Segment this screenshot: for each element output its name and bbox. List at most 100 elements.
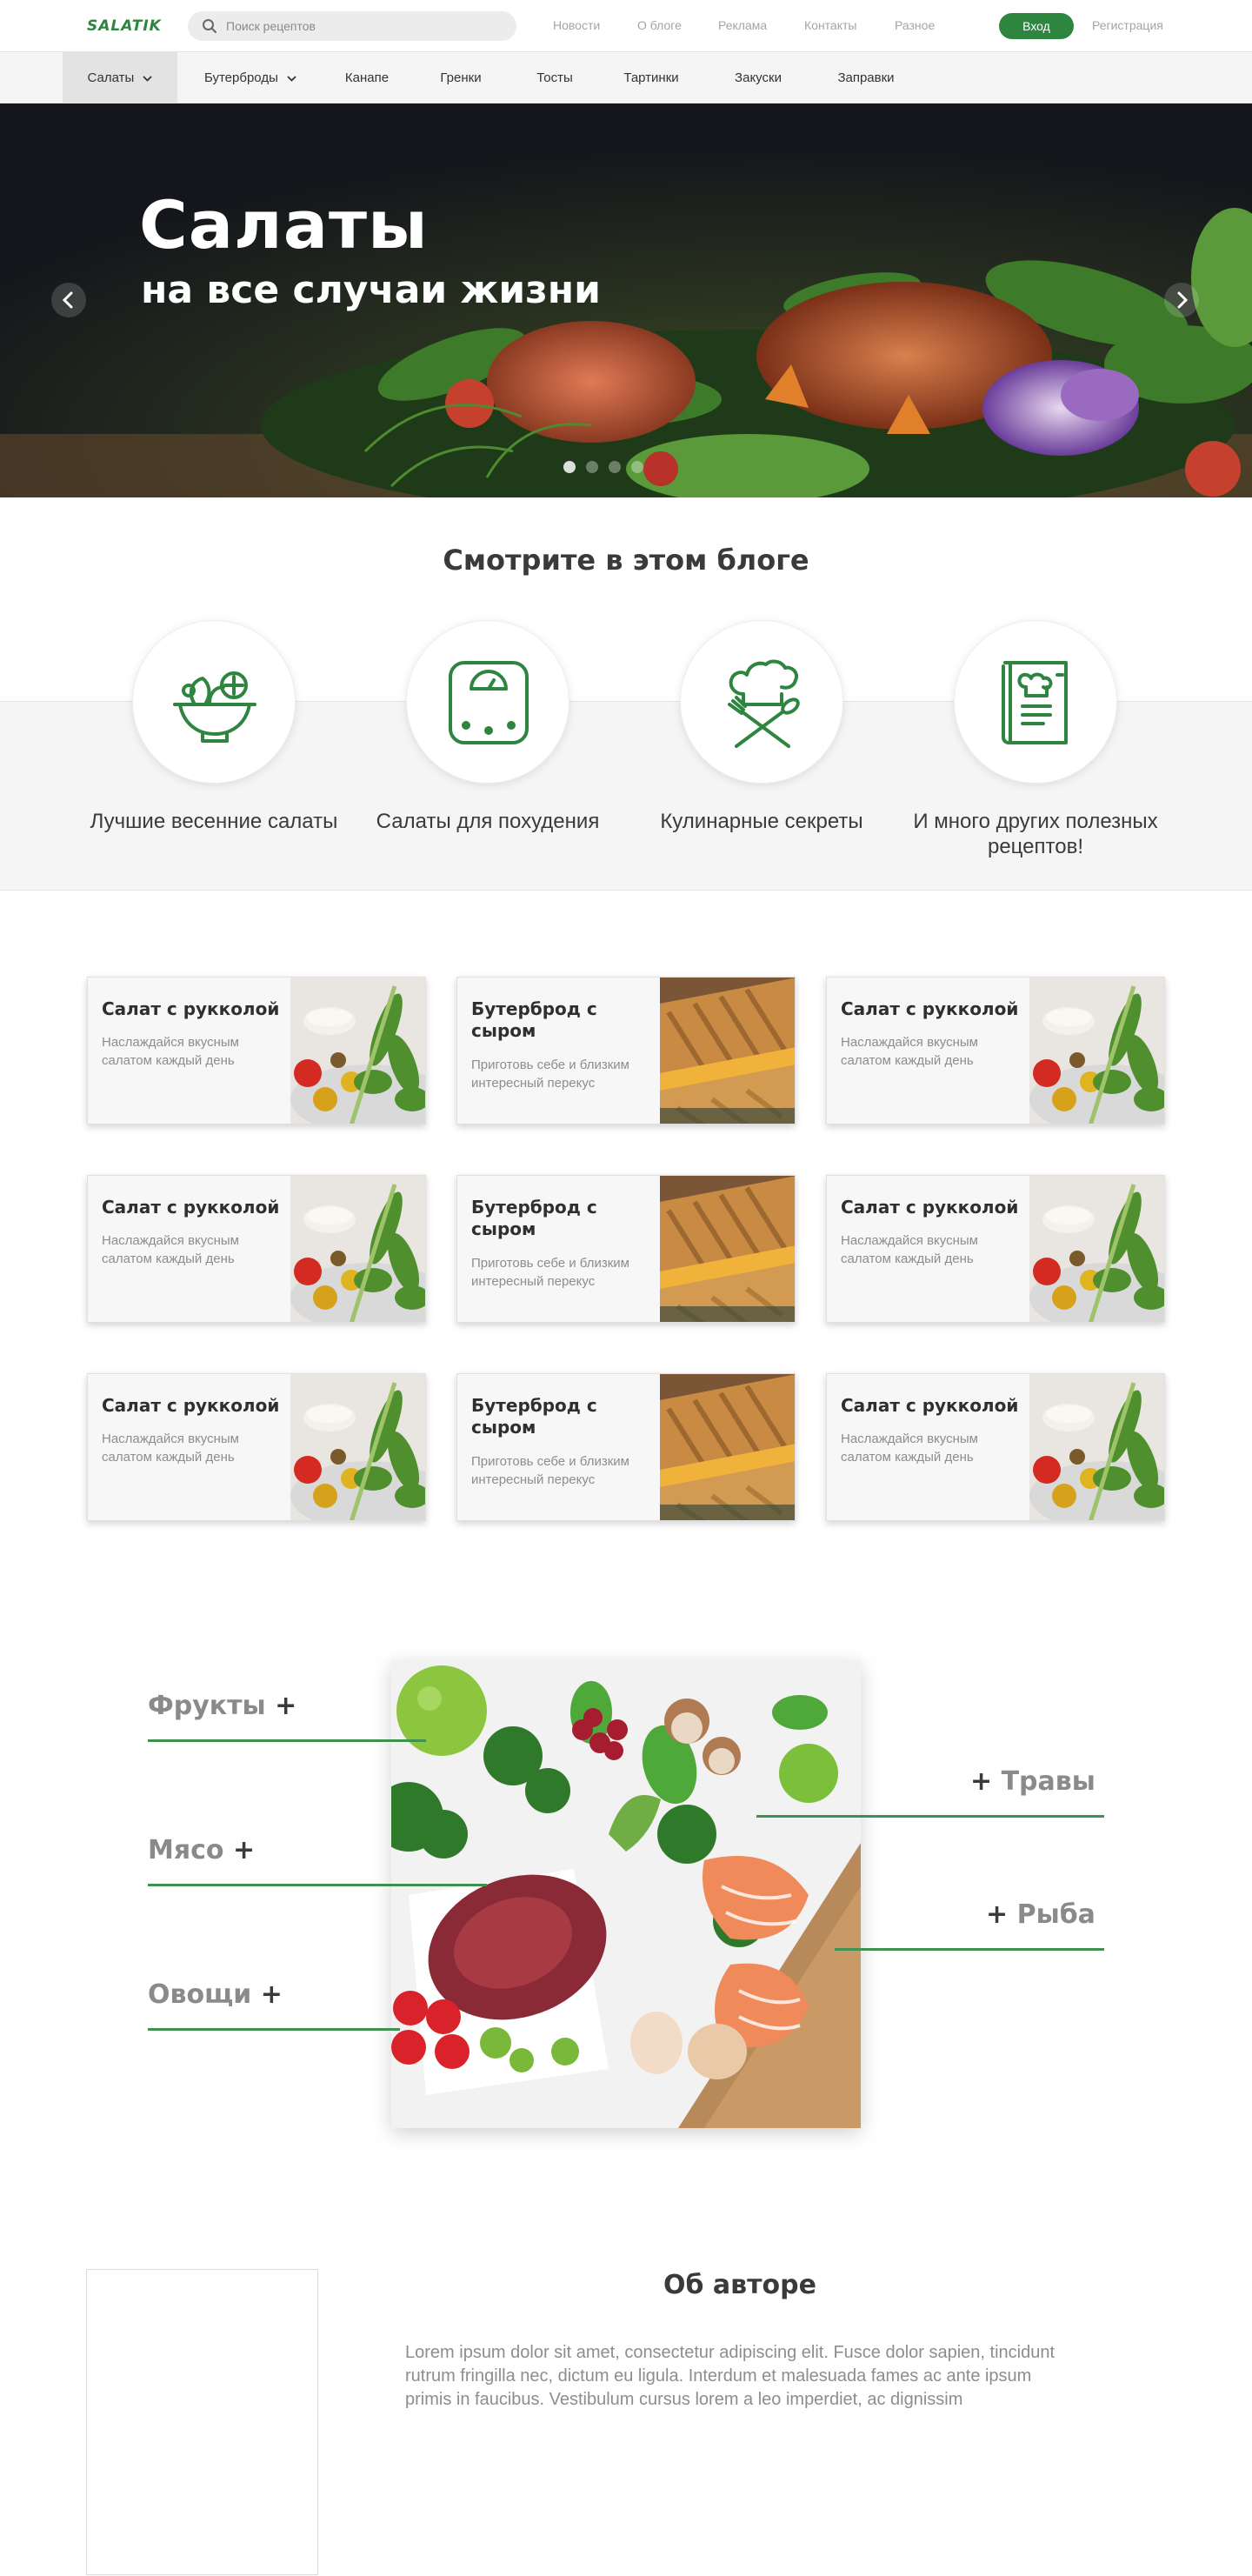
recipe-card[interactable]: Бутерброд с сыром Приготовь себе и близки… — [456, 1373, 796, 1521]
scale-icon — [449, 661, 529, 744]
features-title: Смотрите в этом блоге — [443, 544, 809, 577]
recipe-card-description: Приготовь себе и близким интересный пере… — [471, 1454, 629, 1487]
recipe-card-title: Салат с рукколой — [102, 998, 280, 1019]
feature-circle-secrets[interactable] — [680, 620, 843, 784]
hero-slider: Салаты на все случаи жизни — [0, 103, 1252, 497]
feature-label: Салаты для похудения — [376, 810, 600, 833]
feature-circle-diet[interactable] — [406, 620, 569, 784]
author-photo-placeholder — [86, 2269, 318, 2575]
search-icon — [203, 19, 216, 33]
recipe-card[interactable]: Салат с рукколой Наслаждайся вкусным сала… — [87, 977, 426, 1124]
recipe-card-title: Салат с рукколой — [841, 1395, 1019, 1416]
plus-icon: + — [986, 1899, 1009, 1930]
ingredients-image — [391, 1660, 861, 2128]
recipe-card[interactable]: Салат с рукколой Наслаждайся вкусным сала… — [87, 1175, 426, 1323]
plus-icon: + — [970, 1766, 993, 1797]
slider-dot[interactable] — [631, 461, 643, 473]
recipe-card-description: Наслаждайся вкусным салатом каждый день — [841, 1035, 978, 1068]
chevron-down-icon — [287, 75, 296, 82]
site-logo[interactable]: SALATIK — [87, 17, 162, 35]
slider-dot[interactable] — [563, 461, 576, 473]
category-dressings[interactable]: Заправки — [822, 52, 909, 103]
feature-label: Кулинарные секреты — [660, 810, 863, 833]
salad-photo — [1029, 978, 1164, 1124]
salad-photo — [290, 1176, 425, 1322]
recipe-card-title: Бутерброд с сыром — [471, 1395, 597, 1438]
category-tartines[interactable]: Тартинки — [609, 52, 694, 103]
recipe-card-description: Приготовь себе и близким интересный пере… — [471, 1256, 629, 1289]
ingredient-label: Мясо — [148, 1835, 224, 1865]
recipe-book-icon — [1002, 661, 1068, 744]
recipe-card-description: Приготовь себе и близким интересный пере… — [471, 1058, 629, 1091]
recipe-card-title: Салат с рукколой — [841, 998, 1019, 1019]
ingredient-pointer-line — [835, 1948, 1104, 1951]
salad-photo — [290, 978, 425, 1124]
ingredient-pointer-line — [148, 1884, 487, 1886]
recipe-card-title: Салат с рукколой — [102, 1395, 280, 1416]
search-box[interactable] — [188, 11, 516, 41]
recipe-card-description: Наслаждайся вкусным салатом каждый день — [102, 1233, 239, 1266]
ingredient-vegetables[interactable]: Овощи + — [148, 1979, 283, 2010]
salad-photo — [290, 1374, 425, 1520]
category-toasts[interactable]: Тосты — [518, 52, 591, 103]
ingredients-photo — [391, 1660, 861, 2128]
feature-label: И много других полезных рецептов! — [913, 810, 1158, 858]
plus-icon: + — [260, 1979, 283, 2010]
recipe-card-title: Бутерброд с сыром — [471, 1197, 597, 1239]
ingredient-herbs[interactable]: + Травы — [970, 1766, 1096, 1797]
hero-next-button[interactable] — [1164, 283, 1199, 317]
category-snacks[interactable]: Закуски — [718, 52, 798, 103]
ingredient-fruits[interactable]: Фрукты + — [148, 1691, 296, 1721]
recipe-card[interactable]: Бутерброд с сыром Приготовь себе и близки… — [456, 1175, 796, 1323]
chef-hat-icon — [728, 659, 800, 748]
ingredient-label: Фрукты — [148, 1691, 266, 1721]
ingredient-label: Рыба — [1016, 1899, 1096, 1930]
search-input[interactable] — [226, 11, 504, 41]
feature-circle-salads[interactable] — [132, 620, 296, 784]
nav-link-about-blog[interactable]: О блоге — [637, 18, 682, 32]
nav-link-misc[interactable]: Разное — [895, 18, 935, 32]
hero-prev-button[interactable] — [51, 283, 86, 317]
ingredient-label: Овощи — [148, 1979, 252, 2010]
category-croutons[interactable]: Гренки — [424, 52, 497, 103]
feature-label: Лучшие весенние салаты — [90, 810, 338, 833]
nav-link-contacts[interactable]: Контакты — [804, 18, 856, 32]
ingredient-meat[interactable]: Мясо + — [148, 1835, 255, 1865]
ingredient-pointer-line — [148, 2028, 400, 2031]
register-link[interactable]: Регистрация — [1092, 18, 1163, 32]
recipe-card[interactable]: Салат с рукколой Наслаждайся вкусным сала… — [826, 977, 1165, 1124]
recipe-card-description: Наслаждайся вкусным салатом каждый день — [102, 1035, 239, 1068]
chevron-right-icon — [1177, 291, 1189, 309]
category-sandwiches[interactable]: Бутерброды — [190, 52, 311, 103]
recipe-card-title: Салат с рукколой — [102, 1197, 280, 1218]
nav-link-news[interactable]: Новости — [553, 18, 600, 32]
about-text: Lorem ipsum dolor sit amet, consectetur … — [405, 2343, 1056, 2409]
slider-dot[interactable] — [586, 461, 598, 473]
ingredient-pointer-line — [756, 1815, 1104, 1818]
recipe-card-description: Наслаждайся вкусным салатом каждый день — [841, 1233, 978, 1266]
feature-circle-more[interactable] — [954, 620, 1117, 784]
category-navigation: Салаты Бутерброды Канапе Гренки Тосты Та… — [0, 52, 1252, 103]
nav-link-ads[interactable]: Реклама — [718, 18, 767, 32]
login-button[interactable]: Вход — [999, 13, 1074, 39]
recipe-card[interactable]: Салат с рукколой Наслаждайся вкусным сала… — [826, 1373, 1165, 1521]
sandwich-photo — [660, 1374, 795, 1520]
category-label: Бутерброды — [203, 70, 278, 85]
recipe-card[interactable]: Бутерброд с сыром Приготовь себе и близки… — [456, 977, 796, 1124]
slider-dot[interactable] — [609, 461, 621, 473]
ingredient-fish[interactable]: + Рыба — [986, 1899, 1096, 1930]
about-title: Об авторе — [663, 2270, 816, 2300]
recipe-card[interactable]: Салат с рукколой Наслаждайся вкусным сала… — [826, 1175, 1165, 1323]
recipe-card-description: Наслаждайся вкусным салатом каждый день — [841, 1431, 978, 1465]
salad-photo — [1029, 1176, 1164, 1322]
ingredient-pointer-line — [148, 1739, 426, 1742]
salad-bowl-icon — [173, 671, 256, 743]
category-label: Салаты — [87, 70, 135, 85]
hero-title: Салаты — [139, 186, 429, 264]
category-canapes[interactable]: Канапе — [330, 52, 403, 103]
recipe-card[interactable]: Салат с рукколой Наслаждайся вкусным сала… — [87, 1373, 426, 1521]
salad-photo — [1029, 1374, 1164, 1520]
category-salads[interactable]: Салаты — [63, 52, 177, 103]
ingredient-label: Травы — [1001, 1766, 1096, 1797]
plus-icon: + — [275, 1691, 297, 1721]
